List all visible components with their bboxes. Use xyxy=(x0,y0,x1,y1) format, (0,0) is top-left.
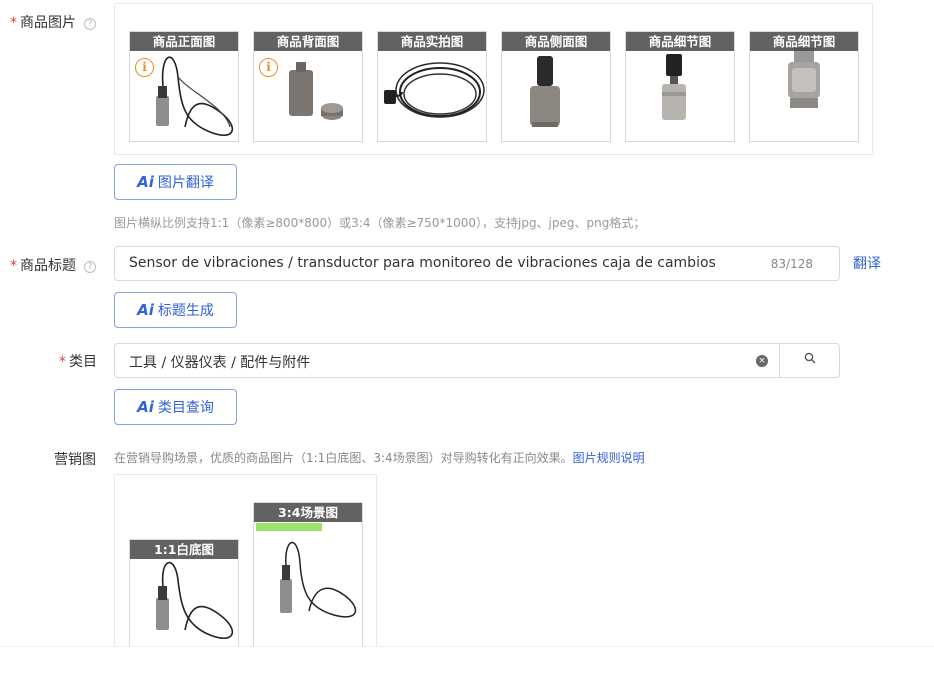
white-bg-image-thumb[interactable]: 1:1白底图 xyxy=(129,539,239,653)
title-generate-button[interactable]: Ai 标题生成 xyxy=(114,292,237,328)
title-label: * 商品标题? xyxy=(10,255,96,275)
title-generate-label: 标题生成 xyxy=(157,303,214,319)
marketing-hint-text: 在营销导购场景，优质的商品图片（1:1白底图、3:4场景图）对导购转化有正向效果… xyxy=(114,451,573,465)
image-translate-button[interactable]: Ai 图片翻译 xyxy=(114,164,237,200)
thumb-caption: 商品细节图 xyxy=(626,32,734,51)
product-image-thumb[interactable]: 商品实拍图 xyxy=(377,31,487,142)
info-warning-icon[interactable]: i xyxy=(135,58,154,77)
scene-image-thumb[interactable]: 3:4场景图 xyxy=(253,502,363,653)
title-label-text: 商品标题 xyxy=(20,258,76,274)
product-image-thumb[interactable]: 商品正面图 i xyxy=(129,31,239,142)
category-label: * 类目 xyxy=(59,351,97,371)
sensor-with-cable-photo xyxy=(256,523,357,618)
required-mark: * xyxy=(59,354,66,370)
title-translate-link[interactable]: 翻译 xyxy=(853,253,881,273)
marketing-label: 营销图 xyxy=(54,452,96,468)
thumb-caption: 商品侧面图 xyxy=(502,32,610,51)
product-image-thumb[interactable]: 商品背面图 i xyxy=(253,31,363,142)
category-input-value[interactable]: 工具 / 仪器仪表 / 配件与附件 xyxy=(129,352,310,372)
title-input[interactable]: Sensor de vibraciones / transductor para… xyxy=(114,246,840,281)
category-query-label: 类目查询 xyxy=(157,400,214,416)
thumb-caption: 商品背面图 xyxy=(254,32,362,51)
question-circle-icon[interactable]: ? xyxy=(84,18,96,30)
thumb-caption: 商品细节图 xyxy=(750,32,858,51)
image-rules-link[interactable]: 图片规则说明 xyxy=(573,451,645,465)
category-query-button[interactable]: Ai 类目查询 xyxy=(114,389,237,425)
product-images-panel: 商品正面图 i 商品背面图 i 商品实拍图 商品侧面图 商品细节图 商品细节图 xyxy=(114,3,873,155)
category-search-button[interactable] xyxy=(779,343,840,378)
category-label-text: 类目 xyxy=(69,354,97,370)
ai-icon: Ai xyxy=(137,173,154,191)
image-translate-label: 图片翻译 xyxy=(157,175,214,191)
product-image-thumb[interactable]: 商品侧面图 xyxy=(501,31,611,142)
question-circle-icon[interactable]: ? xyxy=(84,261,96,273)
title-input-value[interactable]: Sensor de vibraciones / transductor para… xyxy=(129,255,716,271)
bottom-bar xyxy=(0,646,934,693)
thumb-caption: 商品正面图 xyxy=(130,32,238,51)
product-image-thumb[interactable]: 商品细节图 xyxy=(749,31,859,142)
category-input[interactable]: 工具 / 仪器仪表 / 配件与附件 × xyxy=(114,343,840,378)
marketing-hint: 在营销导购场景，优质的商品图片（1:1白底图、3:4场景图）对导购转化有正向效果… xyxy=(114,449,645,466)
ai-icon: Ai xyxy=(137,301,154,319)
marketing-images-panel: 1:1白底图 3:4场景图 xyxy=(114,474,377,654)
thumb-caption: 1:1白底图 xyxy=(130,540,238,559)
required-mark: * xyxy=(10,258,17,274)
info-warning-icon[interactable]: i xyxy=(259,58,278,77)
product-images-label: * 商品图片? xyxy=(10,12,96,32)
ai-icon: Ai xyxy=(137,398,154,416)
product-image-thumb[interactable]: 商品细节图 xyxy=(625,31,735,142)
clear-circle-icon[interactable]: × xyxy=(756,355,768,367)
required-mark: * xyxy=(10,15,17,31)
title-char-counter: 83/128 xyxy=(770,257,813,271)
thumb-caption: 3:4场景图 xyxy=(254,503,362,522)
search-icon xyxy=(804,352,816,364)
product-images-label-text: 商品图片 xyxy=(20,15,76,31)
thumb-caption: 商品实拍图 xyxy=(378,32,486,51)
image-format-hint: 图片横纵比例支持1:1（像素≥800*800）或3:4（像素≥750*1000）… xyxy=(114,216,646,230)
